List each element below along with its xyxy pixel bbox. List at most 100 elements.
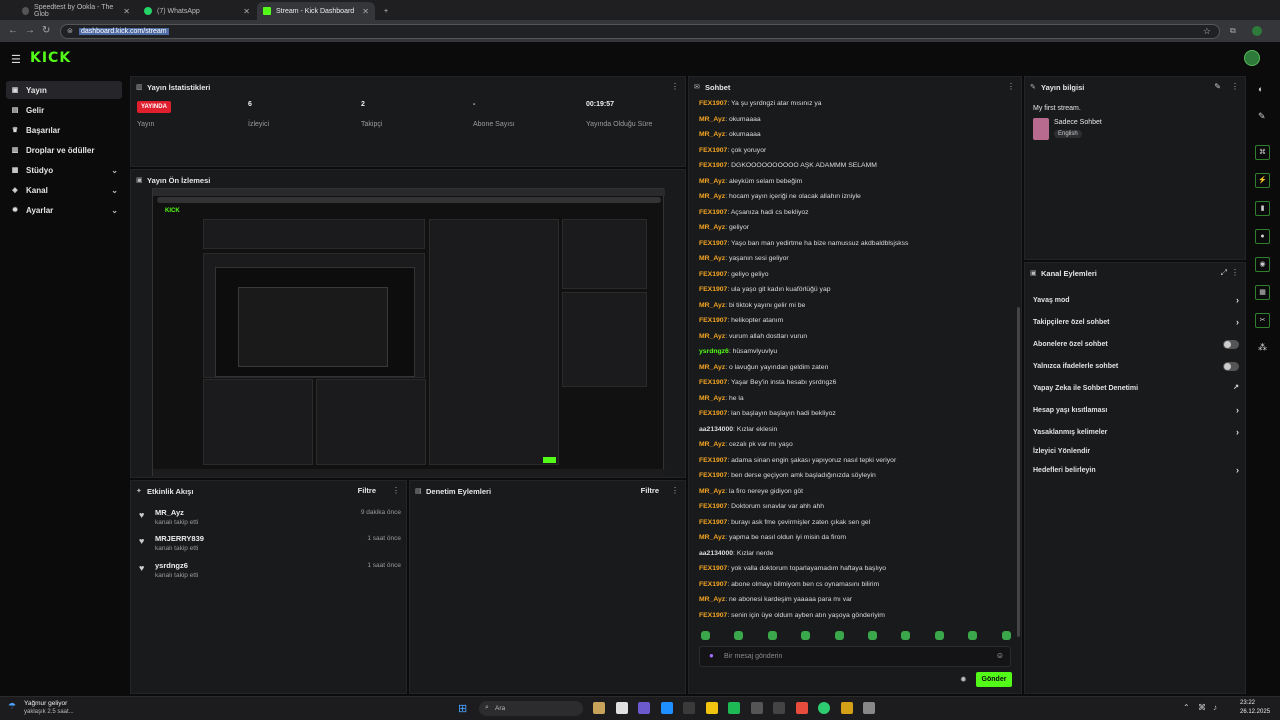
emote-icon[interactable] [934,631,944,640]
chat-username[interactable]: FEX1907 [699,209,727,216]
rail-button-6[interactable]: ▦ [1255,285,1270,300]
channel-action-item[interactable]: Hesap yaşı kısıtlaması › [1033,402,1239,422]
chat-scrollbar[interactable] [1017,307,1020,637]
emote-icon[interactable] [734,631,744,640]
close-tab-icon[interactable]: ✕ [362,7,369,16]
toggle-theme-icon[interactable]: ◐ [1258,84,1263,94]
mic-icon[interactable]: ● [709,651,714,660]
chat-username[interactable]: FEX1907 [699,379,727,386]
chat-username[interactable]: MR_Ayz [699,255,725,262]
chat-username[interactable]: MR_Ayz [699,534,725,541]
copilot-icon[interactable] [638,702,650,714]
chat-username[interactable]: MR_Ayz [699,333,725,340]
close-tab-icon[interactable]: ✕ [123,7,130,16]
chat-username[interactable]: MR_Ayz [699,131,725,138]
chat-username[interactable]: MR_Ayz [699,116,725,123]
rail-button-3[interactable]: ▮ [1255,201,1270,216]
emote-icon[interactable] [801,631,811,640]
network-icon[interactable]: ⌘ [1198,703,1206,712]
edit-icon[interactable]: ✎ [1214,82,1221,91]
reload-icon[interactable]: ↻ [42,25,50,37]
taskbar-search[interactable]: ⌕ Ara [479,701,583,716]
channel-action-item[interactable]: Abonelere özel sohbet [1033,336,1239,356]
rail-button-5[interactable]: ◉ [1255,257,1270,272]
chat-username[interactable]: aa2134000 [699,550,733,557]
chat-username[interactable]: MR_Ayz [699,596,725,603]
emote-icon[interactable] [767,631,777,640]
category-name[interactable]: Sadece Sohbet [1054,119,1102,126]
sidebar-item-ayarlar[interactable]: ✹ Ayarlar ⌄ [6,201,122,219]
emote-icon[interactable] [834,631,844,640]
emoji-icon[interactable]: ☺ [996,651,1004,660]
emote-icon[interactable] [968,631,978,640]
tab-kick-dashboard[interactable]: Stream - Kick Dashboard ✕ [257,2,375,20]
tab-whatsapp[interactable]: (7) WhatsApp ✕ [138,2,256,20]
chat-username[interactable]: ysrdngz6 [699,348,729,355]
chat-username[interactable]: MR_Ayz [699,224,725,231]
emote-icon[interactable] [868,631,877,640]
channel-action-item[interactable]: Takipçilere özel sohbet › [1033,314,1239,334]
forward-icon[interactable]: → [25,25,35,37]
chat-username[interactable]: FEX1907 [699,147,727,154]
rail-button-4[interactable]: ● [1255,229,1270,244]
toggle-switch[interactable] [1223,340,1239,349]
channel-action-item[interactable]: Yasaklanmış kelimeler › [1033,424,1239,444]
chat-username[interactable]: MR_Ayz [699,302,725,309]
chat-username[interactable]: FEX1907 [699,612,727,619]
more-icon[interactable]: ⋮ [671,486,679,495]
sidebar-item-gelir[interactable]: ▤ Gelir [6,101,122,119]
new-tab-icon[interactable]: + [378,2,392,20]
chat-username[interactable]: aa2134000 [699,426,733,433]
chat-username[interactable]: FEX1907 [699,162,727,169]
settings-app-icon[interactable] [683,702,695,714]
chat-username[interactable]: MR_Ayz [699,364,725,371]
task-view-icon[interactable] [615,702,628,714]
spotify-icon[interactable] [728,702,740,714]
system-tray-icon[interactable]: ⌃ [1183,703,1190,712]
sidebar-item-yayin[interactable]: ▣ Yayın [6,81,122,99]
start-icon[interactable]: ⊞ [458,702,467,715]
user-avatar[interactable] [1244,50,1260,66]
chat-username[interactable]: FEX1907 [699,317,727,324]
chat-username[interactable]: FEX1907 [699,410,727,417]
chat-username[interactable]: FEX1907 [699,472,727,479]
chat-username[interactable]: MR_Ayz [699,395,725,402]
profile-icon[interactable] [1252,26,1262,36]
emote-icon[interactable] [901,631,911,640]
weather-icon[interactable]: ☂ [8,701,16,712]
chat-username[interactable]: FEX1907 [699,286,727,293]
chat-username[interactable]: FEX1907 [699,457,727,464]
chat-username[interactable]: MR_Ayz [699,488,725,495]
more-icon[interactable]: ⋮ [1231,82,1239,91]
add-widget-icon[interactable]: ⁂ [1258,342,1267,353]
channel-action-item[interactable]: Hedefleri belirleyin › [1033,462,1239,482]
chat-username[interactable]: FEX1907 [699,503,727,510]
chat-username[interactable]: MR_Ayz [699,441,725,448]
extensions-icon[interactable]: ⧉ [1230,25,1236,37]
toggle-switch[interactable] [1223,362,1239,371]
edge-icon[interactable] [660,702,673,714]
channel-action-item[interactable]: Yavaş mod › [1033,292,1239,312]
chat-username[interactable]: FEX1907 [699,519,727,526]
edit-layout-icon[interactable]: ✎ [1258,111,1266,122]
app-icon[interactable] [840,702,853,714]
filter-button[interactable]: Filtre [358,486,376,495]
channel-action-item[interactable]: Yalnızca ifadelerle sohbet [1033,358,1239,378]
tab-speedtest[interactable]: Speedtest by Ookla - The Glob ✕ [16,2,136,20]
rail-button-2[interactable]: ⚡ [1255,173,1270,188]
chat-username[interactable]: FEX1907 [699,100,727,107]
stream-preview-video[interactable]: KICK [152,188,665,477]
address-bar[interactable]: ⊜ dashboard.kick.com/stream ☆ [60,24,1220,39]
activity-username[interactable]: MRJERRY839 [155,534,204,543]
close-tab-icon[interactable]: ✕ [243,7,250,16]
rail-button-1[interactable]: ⌘ [1255,145,1270,160]
expand-icon[interactable]: ⤢ [1221,268,1227,278]
bookmark-star-icon[interactable]: ☆ [1203,26,1211,37]
chat-username[interactable]: FEX1907 [699,581,727,588]
terminal-icon[interactable] [773,702,785,714]
site-info-icon[interactable]: ⊜ [67,27,73,35]
more-icon[interactable]: ⋮ [1231,268,1239,277]
chat-settings-icon[interactable]: ✹ [960,675,967,684]
chat-username[interactable]: FEX1907 [699,565,727,572]
sidebar-item-droplar[interactable]: ▥ Droplar ve ödüller [6,141,122,159]
